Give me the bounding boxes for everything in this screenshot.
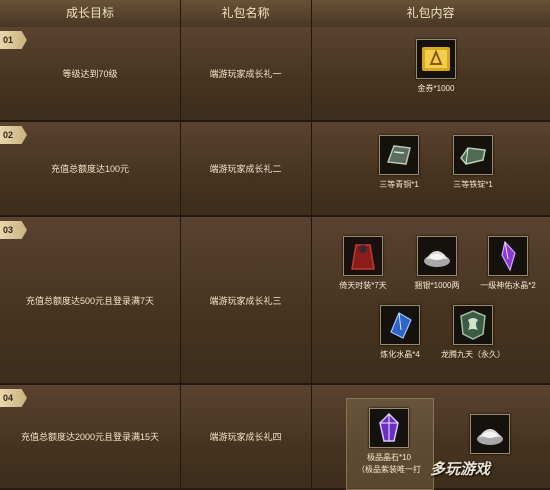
table-row: 03 充值总额度达500元且登录满7天 端游玩家成长礼三 倚天时装*7天 捆银*… <box>0 217 550 385</box>
pack-name: 端游玩家成长礼二 <box>209 164 282 174</box>
growth-goal: 充值总额度达500元且登录满7天 <box>25 295 155 306</box>
premium-gem-icon <box>369 408 409 448</box>
header-pack-name: 礼包名称 <box>221 6 270 20</box>
header-pack-content: 礼包内容 <box>406 6 455 20</box>
reward-label: 倚天时装*7天 <box>339 281 387 290</box>
growth-goal: 等级达到70级 <box>62 69 118 79</box>
iron-ingot-icon <box>453 135 493 175</box>
reward-item[interactable]: 一级神佑水晶*2 <box>468 236 548 291</box>
reward-label: 炼化水晶*4 <box>380 350 420 359</box>
blue-crystal-icon <box>380 305 420 345</box>
growth-goal: 充值总额度达100元 <box>50 164 130 174</box>
reward-label: 三等铁锭*1 <box>453 180 493 189</box>
table-row: 01 等级达到70级 端游玩家成长礼一 金券*1000 <box>0 27 550 122</box>
reward-item[interactable]: 三等青铜*1 <box>359 135 439 190</box>
silver-ingot-icon <box>470 414 510 454</box>
reward-label: 三等青铜*1 <box>379 180 419 189</box>
silver-ingot-icon <box>417 236 457 276</box>
pack-name: 端游玩家成长礼四 <box>209 432 282 442</box>
reward-item[interactable]: 倚天时装*7天 <box>323 236 403 291</box>
reward-label: 一级神佑水晶*2 <box>480 281 536 290</box>
reward-item[interactable]: 龙腾九天（永久） <box>433 305 513 360</box>
reward-item[interactable]: 炼化水晶*4 <box>360 305 440 360</box>
reward-item[interactable] <box>450 414 530 454</box>
pack-name: 端游玩家成长礼三 <box>209 295 282 306</box>
bronze-bar-icon <box>379 135 419 175</box>
reward-label: 龙腾九天（永久） <box>441 350 505 359</box>
gold-ticket-icon <box>416 39 456 79</box>
reward-item[interactable]: 捆银*1000两 <box>397 236 477 291</box>
watermark-logo: 多玩游戏 <box>430 461 491 478</box>
table-row: 02 充值总额度达100元 端游玩家成长礼二 三等青铜*1 三等铁锭*1 <box>0 122 550 217</box>
reward-item[interactable]: 金券*1000 <box>396 39 476 94</box>
reward-label: 金券*1000 <box>417 84 455 93</box>
reward-label: 极品晶石*10 <box>366 453 411 462</box>
reward-label: 捆银*1000两 <box>414 281 460 290</box>
costume-icon <box>343 236 383 276</box>
purple-crystal-icon <box>488 236 528 276</box>
reward-item[interactable]: 三等铁锭*1 <box>433 135 513 190</box>
reward-item[interactable]: 极品晶石*10 （极品紫装唯一打 <box>349 408 429 475</box>
gift-pack-table: 成长目标 礼包名称 礼包内容 01 等级达到70级 端游玩家成长礼一 金券*10… <box>0 0 550 490</box>
growth-goal: 充值总额度达2000元且登录满15天 <box>20 432 160 442</box>
pack-name: 端游玩家成长礼一 <box>209 69 282 79</box>
header-growth-goal: 成长目标 <box>65 6 114 20</box>
reward-sublabel: （极品紫装唯一打 <box>357 465 421 474</box>
dragon-token-icon <box>453 305 493 345</box>
table-header: 成长目标 礼包名称 礼包内容 <box>0 0 550 28</box>
